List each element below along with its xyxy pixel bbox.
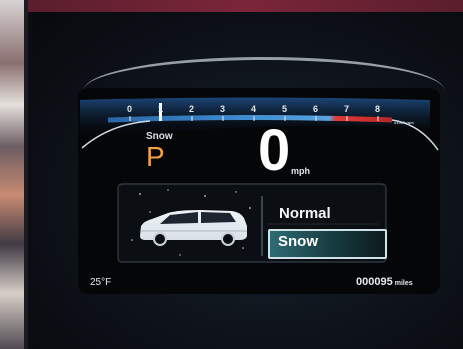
dash-graphics — [80, 97, 439, 263]
tachometer-unit: x1000 rpm — [394, 120, 414, 125]
tachometer-tick-label: 2 — [189, 104, 195, 114]
outside-temperature: 25°F — [90, 277, 112, 288]
tachometer-tick-label: 1 — [158, 104, 164, 114]
tachometer-tick-label: 6 — [313, 104, 319, 114]
speed-readout: 0 — [258, 118, 290, 183]
odometer: 000095 miles — [356, 276, 413, 288]
tachometer-tick-label: 4 — [251, 104, 257, 114]
gear-indicator: P — [146, 141, 165, 172]
tachometer-tick-label: 5 — [282, 104, 288, 114]
odometer-value: 000095 — [356, 276, 393, 288]
drive-mode-snow: Snow — [278, 233, 318, 250]
drive-mode-normal: Normal — [279, 205, 331, 222]
tachometer-tick-label: 8 — [375, 104, 381, 114]
instrument-cluster-photo: 012345678 x1000 rpm Snow P 0 mph Normal … — [0, 0, 463, 349]
tachometer-tick-label: 3 — [220, 104, 226, 114]
tachometer-tick-label: 0 — [127, 104, 133, 114]
speed-unit: mph — [291, 166, 310, 176]
tachometer-band — [107, 115, 393, 123]
tachometer-tick-label: 7 — [344, 104, 350, 114]
odometer-unit: miles — [394, 280, 413, 287]
